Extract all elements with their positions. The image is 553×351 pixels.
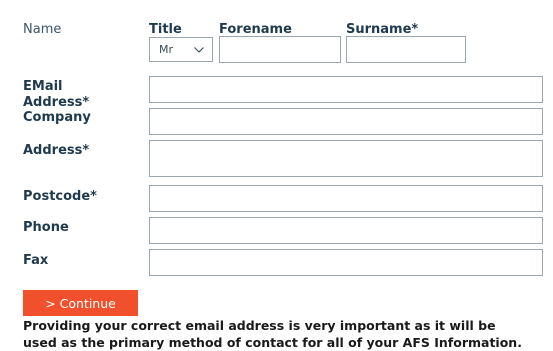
postcode-label: Postcode* [23,189,97,204]
postcode-field[interactable] [149,185,543,212]
continue-button[interactable]: > Continue [23,290,138,316]
email-label-line1: EMail [23,79,63,94]
chevron-down-icon [194,47,204,53]
phone-field[interactable] [149,217,543,244]
email-notice: Providing your correct email address is … [23,317,551,351]
email-label-line2: Address* [23,95,90,110]
fax-label: Fax [23,253,49,268]
name-label: Name [23,22,62,37]
email-label: EMail Address* [23,79,89,111]
company-field[interactable] [149,108,543,135]
phone-label: Phone [23,220,69,235]
email-notice-line2: used as the primary method of contact fo… [23,335,522,350]
title-select[interactable]: Mr [149,37,213,62]
forename-input[interactable] [219,36,341,63]
company-label: Company [23,110,91,125]
title-label: Title [149,22,182,37]
fax-field[interactable] [149,249,543,276]
email-field[interactable] [149,76,543,103]
surname-input[interactable] [346,36,466,63]
address-field[interactable] [149,140,543,177]
title-select-value: Mr [159,43,174,56]
address-label: Address* [23,143,90,158]
email-notice-line1: Providing your correct email address is … [23,318,496,333]
